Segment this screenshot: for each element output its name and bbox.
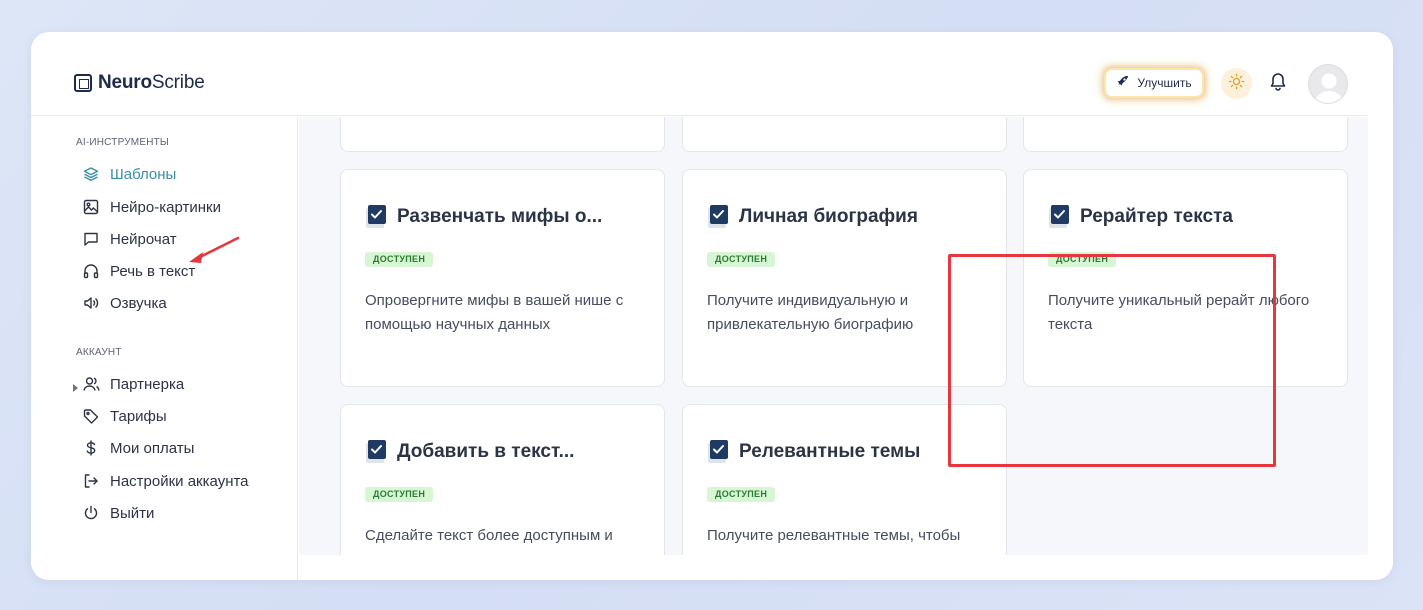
logo-icon [74,74,92,92]
card-description: Получите индивидуальную и привлекательну… [707,292,914,333]
template-card-partial[interactable] [682,117,1007,152]
card-title: Добавить в текст... [365,439,574,465]
bell-icon [1269,72,1287,97]
sidebar-item-partner[interactable]: Партнерка [82,373,184,395]
avatar[interactable] [1308,64,1348,104]
speaker-icon [82,294,100,312]
sidebar-item-label: Выйти [110,504,155,522]
template-card-partial[interactable] [1023,117,1348,152]
notifications-button[interactable] [1267,72,1289,96]
sidebar-item-speech-to-text[interactable]: Речь в текст [82,260,195,282]
status-badge: ДОСТУПЕН [707,487,776,502]
sidebar-item-label: Мои оплаты [110,439,195,457]
checkbox-document-icon [1048,204,1072,230]
template-card-text-rewriter[interactable]: Рерайтер текста ДОСТУПЕН Получите уникал… [1023,169,1348,387]
status-badge: ДОСТУПЕН [365,252,434,267]
sidebar-item-label: Партнерка [110,375,185,393]
sidebar-item-label: Нейрочат [110,230,177,248]
template-card-relevant-topics[interactable]: Релевантные темы ДОСТУПЕН Получите релев… [682,404,1007,555]
card-title: Личная биография [707,204,918,230]
sidebar-item-voiceover[interactable]: Озвучка [82,292,167,314]
app-window: NeuroScribe Улучшить AI-ИНСТРУМЕНТЫ Шабл… [31,32,1393,580]
card-title: Рерайтер текста [1048,204,1233,230]
sidebar-item-payments[interactable]: Мои оплаты [82,437,194,459]
sidebar-item-templates[interactable]: Шаблоны [82,163,176,185]
checkbox-document-icon [707,439,731,465]
sidebar-item-label: Шаблоны [110,165,177,183]
theme-toggle-button[interactable] [1221,68,1252,99]
template-card-partial[interactable] [340,117,665,152]
upgrade-label: Улучшить [1137,76,1192,90]
card-description: Получите уникальный рерайт любого текста [1048,292,1310,333]
sidebar-item-tariffs[interactable]: Тарифы [82,405,167,427]
upgrade-button[interactable]: Улучшить [1104,68,1204,98]
power-icon [82,504,100,522]
users-icon [82,375,100,393]
sidebar-item-label: Настройки аккаунта [110,472,249,490]
card-description: Опровергните мифы в вашей нише с помощью… [365,292,624,333]
sidebar-item-neuro-images[interactable]: Нейро-картинки [82,196,221,218]
sidebar-item-label: Речь в текст [110,262,196,280]
templates-grid: Развенчать мифы о... ДОСТУПЕН Опровергни… [299,117,1368,555]
logo[interactable]: NeuroScribe [74,72,205,94]
red-arrow-annotation [189,236,240,263]
tag-icon [82,407,100,425]
scrollbar[interactable] [1368,32,1393,580]
sidebar-item-logout[interactable]: Выйти [82,502,154,524]
card-title: Развенчать мифы о... [365,204,602,230]
logout-arrow-icon [82,472,100,490]
sidebar-item-account-settings[interactable]: Настройки аккаунта [82,470,249,492]
top-header: NeuroScribe Улучшить [31,32,1368,116]
template-card-add-to-text[interactable]: Добавить в текст... ДОСТУПЕН Сделайте те… [340,404,665,555]
sidebar: AI-ИНСТРУМЕНТЫ Шаблоны Нейро-картинки Не… [31,117,298,580]
headphones-icon [82,262,100,280]
rocket-icon [1116,75,1129,91]
template-card-personal-bio[interactable]: Личная биография ДОСТУПЕН Получите индив… [682,169,1007,387]
status-badge: ДОСТУПЕН [707,252,776,267]
section-title-tools: AI-ИНСТРУМЕНТЫ [76,137,169,148]
sidebar-item-label: Нейро-картинки [110,198,221,216]
status-badge: ДОСТУПЕН [1048,252,1117,267]
sun-icon [1228,73,1245,95]
checkbox-document-icon [365,204,389,230]
card-description: Получите релевантные темы, чтобы [707,527,961,544]
sidebar-item-label: Озвучка [110,294,167,312]
card-description: Сделайте текст более доступным и [365,527,613,544]
expand-caret-icon[interactable] [73,384,78,392]
card-title: Релевантные темы [707,439,920,465]
chat-icon [82,230,100,248]
checkbox-document-icon [365,439,389,465]
image-icon [82,198,100,216]
sidebar-item-neurochat[interactable]: Нейрочат [82,228,177,250]
checkbox-document-icon [707,204,731,230]
status-badge: ДОСТУПЕН [365,487,434,502]
sidebar-item-label: Тарифы [110,407,167,425]
section-title-account: АККАУНТ [76,347,122,358]
layers-icon [82,165,100,183]
brand-name: NeuroScribe [98,72,205,93]
dollar-icon [82,439,100,457]
template-card-debunk-myths[interactable]: Развенчать мифы о... ДОСТУПЕН Опровергни… [340,169,665,387]
